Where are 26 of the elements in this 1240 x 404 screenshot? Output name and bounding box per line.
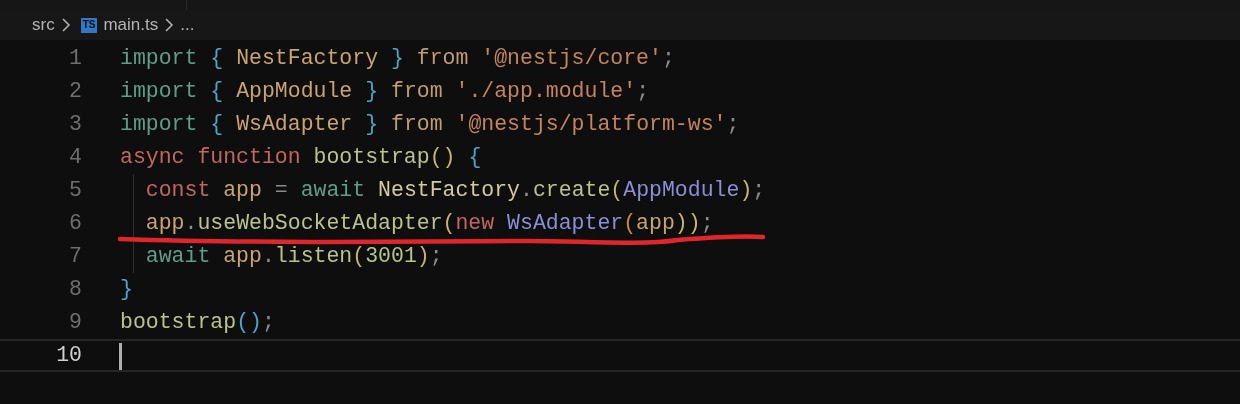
line-number: 6 [68, 210, 82, 238]
line-number: 5 [68, 177, 82, 205]
typescript-file-icon: TS [80, 17, 98, 33]
code-line: import { WsAdapter } from '@nestjs/platform-ws'; [120, 111, 740, 139]
code-line: app.useWebSocketAdapter(new WsAdapter(app)); [144, 210, 714, 238]
chevron-right-icon [164, 18, 175, 32]
line-number: 7 [68, 243, 82, 271]
text-cursor [119, 343, 122, 370]
code-line: import { NestFactory } from '@nestjs/core'; [120, 45, 675, 73]
line-number: 4 [68, 144, 82, 172]
breadcrumb-file[interactable]: main.ts [103, 12, 159, 38]
line-number: 9 [68, 309, 82, 337]
line-number: 2 [68, 78, 82, 106]
code-line: import { AppModule } from './app.module'; [120, 78, 650, 106]
code-line: bootstrap(); [120, 309, 275, 337]
line-number: 3 [68, 111, 82, 139]
line-number: 10 [55, 342, 82, 370]
code-line: await app.listen(3001); [144, 243, 443, 271]
code-line: async function bootstrap() { [120, 144, 482, 172]
code-line: const app = await NestFactory.create(AppModule); [144, 177, 766, 205]
line-number: 1 [68, 45, 82, 73]
breadcrumb-symbol[interactable]: ... [180, 12, 195, 38]
chevron-right-icon [60, 18, 71, 32]
code-line: } [120, 276, 133, 304]
breadcrumb-folder[interactable]: src [32, 12, 55, 38]
line-number: 8 [68, 276, 82, 304]
